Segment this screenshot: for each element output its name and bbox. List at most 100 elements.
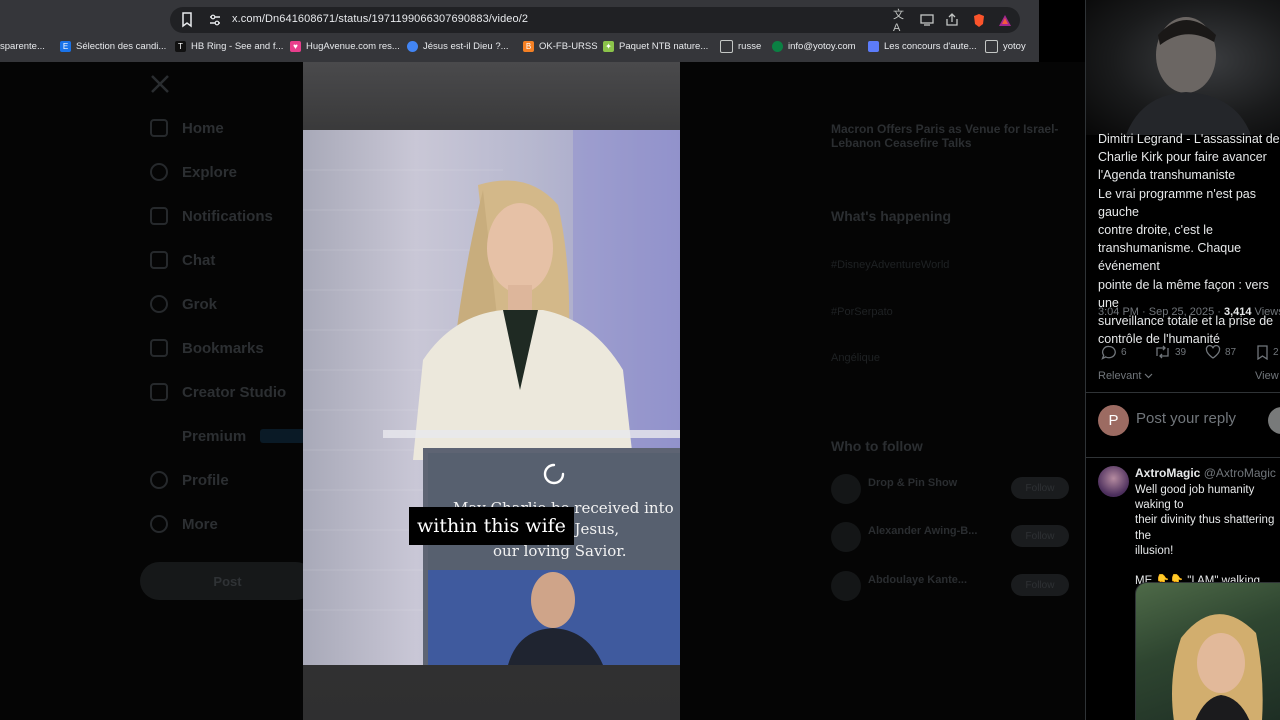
bookmark-favicon-icon — [772, 40, 783, 52]
view-quotes-link[interactable]: View — [1255, 370, 1279, 382]
follow-name[interactable]: Alexander Awing-B... — [868, 525, 977, 537]
trend-item[interactable]: #DisneyAdventureWorld — [831, 259, 949, 271]
reply-submit-button[interactable] — [1268, 407, 1280, 434]
nav-grok[interactable]: Grok — [150, 292, 217, 316]
follow-name[interactable]: Drop & Pin Show — [868, 477, 957, 489]
bookmarks-bar: sparente... E Sélection des candi... T HB … — [0, 36, 1039, 56]
tweet-timestamp[interactable]: 3:04 PM · Sep 25, 2025 · 3,414 Views — [1098, 306, 1280, 318]
bookmark-action[interactable]: 2 — [1256, 345, 1279, 360]
avatar[interactable]: P — [1098, 405, 1129, 436]
repost-icon — [1156, 345, 1169, 359]
premium-badge — [260, 429, 306, 443]
nav-explore[interactable]: Explore — [150, 160, 237, 184]
follow-suggestion: Alexander Awing-B... Follow — [831, 522, 1071, 554]
nav-label: Home — [182, 119, 224, 137]
bookmark-label: Jésus est-il Dieu ?... — [423, 40, 509, 52]
post-button[interactable]: Post — [140, 562, 315, 600]
bookmark-label: Paquet NTB nature... — [619, 40, 709, 52]
repost-action[interactable]: 39 — [1154, 345, 1186, 359]
bookmark-item[interactable]: info@yotoy.com — [772, 36, 856, 56]
home-icon — [150, 119, 168, 137]
nav-label: Grok — [182, 295, 218, 313]
reply-action[interactable]: 6 — [1101, 345, 1127, 360]
bookmark-favicon-icon — [868, 40, 879, 52]
x-logo-icon[interactable] — [150, 74, 170, 94]
nav-bookmarks[interactable]: Bookmarks — [150, 336, 264, 360]
reply-attached-image[interactable] — [1135, 582, 1280, 720]
bookmark-label: info@yotoy.com — [788, 40, 856, 52]
reply-icon — [1101, 345, 1116, 360]
nav-notifications[interactable]: Notifications — [150, 204, 273, 228]
mail-icon — [150, 251, 168, 269]
bookmark-favicon-icon: T — [175, 40, 186, 52]
reply-image-content — [1172, 614, 1263, 720]
brave-rewards-icon[interactable] — [997, 12, 1013, 28]
nav-creator-studio[interactable]: Creator Studio — [150, 380, 286, 404]
bookmark-item[interactable]: Les concours d'aute... — [868, 36, 977, 56]
translate-icon[interactable]: 文A — [893, 9, 909, 34]
nav-premium[interactable]: Premium — [150, 424, 306, 448]
lightning-icon — [150, 383, 168, 401]
nav-more[interactable]: More — [150, 512, 218, 536]
divider — [1086, 392, 1280, 393]
follow-suggestion: Drop & Pin Show Follow — [831, 474, 1071, 506]
share-icon[interactable] — [944, 12, 960, 28]
url-text[interactable]: x.com/Dn641608671/status/197119906630769… — [232, 13, 528, 25]
follow-button[interactable]: Follow — [1011, 574, 1069, 596]
nav-chat[interactable]: Chat — [150, 248, 215, 272]
cast-icon[interactable] — [919, 12, 935, 28]
bookmark-item[interactable]: ♥ HugAvenue.com res... — [290, 36, 400, 56]
bookmark-folder[interactable]: russe — [720, 36, 761, 56]
nav-profile[interactable]: Profile — [150, 468, 229, 492]
follow-button[interactable]: Follow — [1011, 525, 1069, 547]
divider — [1086, 457, 1280, 458]
nav-label: More — [182, 515, 218, 533]
post-button-label: Post — [213, 573, 242, 589]
reply-count: 6 — [1121, 347, 1127, 358]
folder-icon — [985, 39, 998, 53]
avatar[interactable] — [831, 522, 861, 552]
bookmark-icon — [1257, 345, 1268, 360]
nav-label: Notifications — [182, 207, 273, 225]
reply-author-name[interactable]: AxtroMagic — [1135, 466, 1200, 480]
nav-label: Bookmarks — [182, 339, 264, 357]
news-headline-cont[interactable]: Lebanon Ceasefire Talks — [831, 136, 972, 150]
bookmark-icon[interactable] — [180, 12, 194, 28]
heart-icon — [1205, 345, 1221, 359]
news-headline[interactable]: Macron Offers Paris as Venue for Israel- — [831, 122, 1058, 136]
bookmark-item[interactable]: ✦ Paquet NTB nature... — [603, 36, 708, 56]
bookmark-item[interactable]: Jésus est-il Dieu ?... — [407, 36, 509, 56]
bookmark-item[interactable]: E Sélection des candi... — [60, 36, 166, 56]
tweet-time[interactable]: 3:04 PM · Sep 25, 2025 · — [1098, 306, 1224, 318]
bookmark-label: Sélection des candi... — [76, 40, 167, 52]
reply-input[interactable]: Post your reply — [1136, 410, 1236, 427]
bookmark-item[interactable]: B OK-FB-URSS — [523, 36, 598, 56]
like-count: 87 — [1225, 346, 1237, 358]
site-settings-icon[interactable] — [208, 13, 222, 27]
reply-author-handle[interactable]: @AxtroMagic · — [1204, 466, 1280, 480]
nav-home[interactable]: Home — [150, 116, 224, 140]
follow-suggestion: Abdoulaye Kante... Follow — [831, 571, 1071, 603]
avatar-letter: P — [1108, 412, 1119, 429]
bookmark-item[interactable]: T HB Ring - See and f... — [175, 36, 283, 56]
follow-button[interactable]: Follow — [1011, 477, 1069, 499]
trend-item[interactable]: #PorSerpato — [831, 306, 893, 318]
bookmark-icon — [150, 339, 168, 357]
video-frame[interactable]: May Charlie be received into the arms of… — [303, 130, 680, 665]
like-action[interactable]: 87 — [1205, 345, 1236, 359]
bell-icon — [150, 207, 168, 225]
nav-label: Creator Studio — [182, 383, 287, 401]
avatar[interactable] — [831, 474, 861, 504]
brave-shield-icon[interactable] — [971, 12, 987, 28]
avatar[interactable] — [831, 571, 861, 601]
who-to-follow-heading: Who to follow — [831, 438, 923, 454]
reply-sort-dropdown[interactable]: Relevant — [1098, 370, 1153, 382]
avatar[interactable] — [1098, 466, 1129, 497]
follow-name[interactable]: Abdoulaye Kante... — [868, 574, 967, 586]
whats-happening-heading: What's happening — [831, 208, 951, 224]
bookmark-folder[interactable]: yotoy — [985, 36, 1026, 56]
bookmark-item[interactable]: sparente... — [0, 36, 45, 56]
trend-item[interactable]: Angélique — [831, 352, 880, 364]
folder-icon — [720, 39, 733, 53]
reply-author[interactable]: AxtroMagic @AxtroMagic · — [1135, 466, 1280, 480]
